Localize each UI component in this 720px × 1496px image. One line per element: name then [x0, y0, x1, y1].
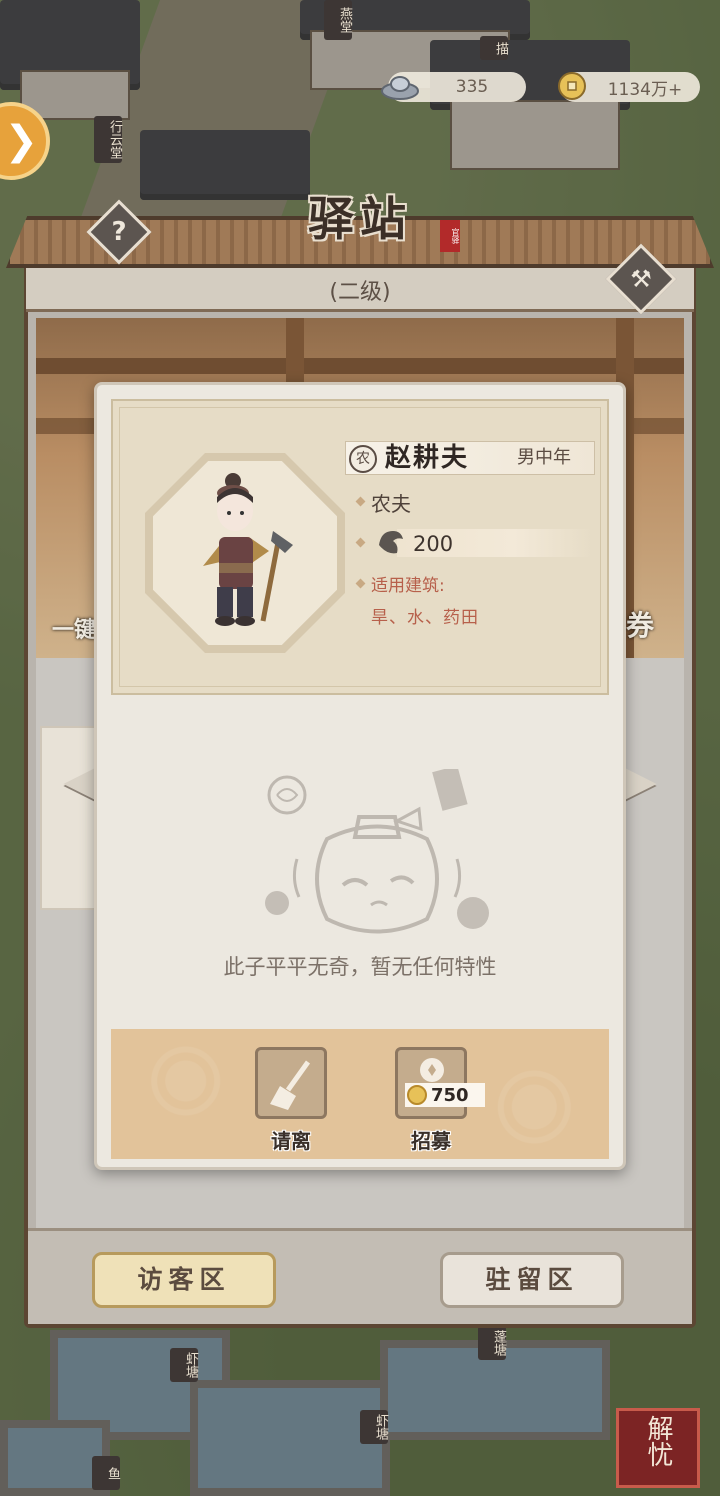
visitor-gender-age: 男中年: [517, 447, 571, 468]
coin-icon: [407, 1085, 427, 1105]
buildings-label: 适用建筑:: [371, 576, 445, 596]
silver-amount: 335: [455, 77, 489, 97]
visitor-name: 赵耕夫: [385, 443, 470, 473]
question-icon: ?: [111, 217, 127, 247]
map-sign-xiatang[interactable]: 虾塘: [360, 1410, 388, 1444]
copper-currency[interactable]: 1134万+: [558, 72, 700, 102]
side-menu-icon: ❯: [4, 118, 38, 164]
occupation-badge: 农: [349, 445, 377, 473]
title-seal-stamp: 官驿: [440, 220, 460, 252]
recruit-cost: 750: [405, 1083, 485, 1107]
beam: [36, 358, 684, 374]
visitor-occupation: 农夫: [371, 492, 411, 516]
dismiss-label: 请离: [271, 1129, 311, 1153]
map-sign-peng[interactable]: 蓬塘: [478, 1326, 506, 1360]
coin-icon: [552, 68, 592, 104]
hammer-icon: ⚒: [630, 265, 652, 293]
map-sign-yantang[interactable]: 燕堂: [324, 0, 352, 40]
buildings-value: 旱、水、药田: [371, 608, 479, 628]
map-sign-mi[interactable]: 描: [480, 36, 508, 60]
map-sign-yu[interactable]: 鱼: [92, 1456, 120, 1490]
stay-zone-tab[interactable]: 驻留区: [440, 1252, 624, 1308]
map-sign-xingyuntang[interactable]: 行云堂: [94, 116, 122, 163]
recruit-cost-value: 750: [431, 1084, 469, 1106]
ticket-button-partial[interactable]: 券: [626, 604, 654, 644]
trait-description: 此子平平无奇，暂无任何特性: [223, 955, 497, 979]
broom-icon: [270, 1060, 311, 1110]
farmer-portrait: [203, 473, 293, 626]
visitor-zone-tab[interactable]: 访客区: [92, 1252, 276, 1308]
jieyou-label: 解忧: [643, 1415, 673, 1467]
silver-currency[interactable]: 335: [381, 72, 526, 102]
recruit-label: 招募: [411, 1129, 451, 1153]
map-sign-xiatang[interactable]: 虾塘: [170, 1348, 198, 1382]
one-click-button-partial[interactable]: 一键: [52, 612, 96, 644]
visitor-power: 200: [413, 532, 454, 556]
dismiss-button[interactable]: [255, 1047, 327, 1119]
visitor-detail-card: 农 赵耕夫 男中年 农夫 200 适用建筑: 旱、水、药田 此子平平无奇，暂无任…: [94, 382, 626, 1170]
strength-icon: [379, 531, 403, 554]
jieyou-seal-button[interactable]: 解忧: [616, 1408, 700, 1488]
silver-ingot-icon: [380, 68, 420, 104]
action-bar: 请离 750 招募: [111, 1029, 609, 1159]
copper-amount: 1134万+: [607, 79, 683, 100]
bored-bun-illustration: [265, 769, 489, 934]
